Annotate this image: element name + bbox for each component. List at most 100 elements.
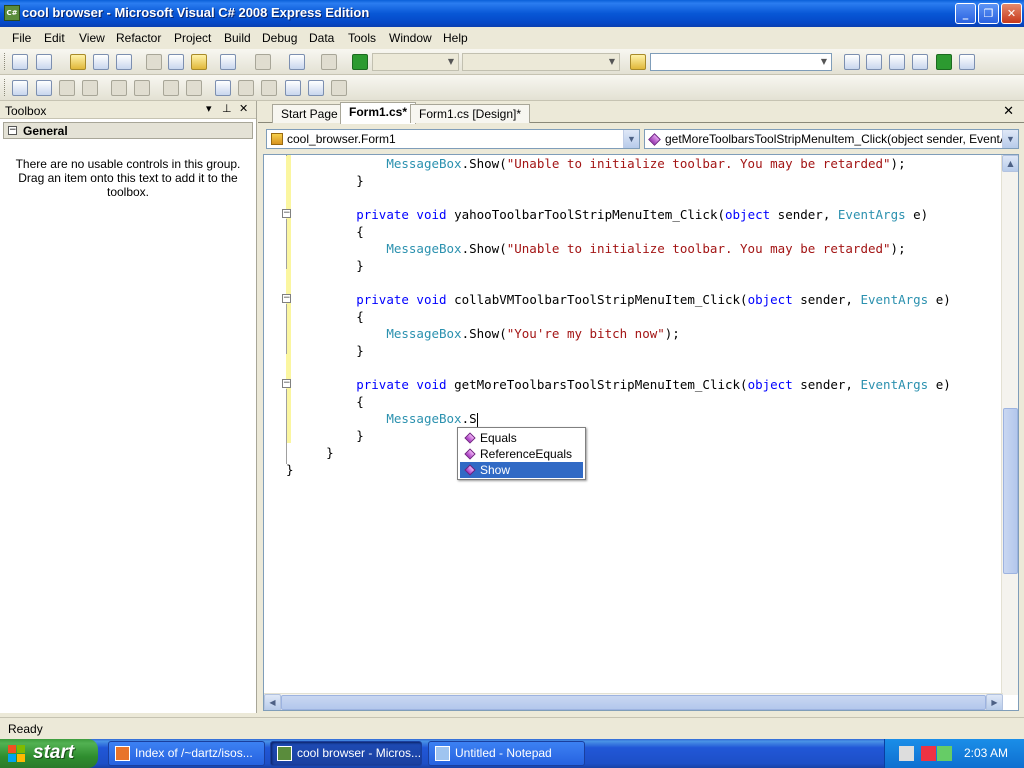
collapse-icon[interactable]: − [8,126,17,135]
copy-icon[interactable] [168,54,184,70]
clear-bookmarks-icon[interactable] [331,80,347,96]
tab-start-page[interactable]: Start Page [272,104,347,123]
redo-icon[interactable] [255,54,271,70]
horizontal-scroll-thumb[interactable] [281,695,986,710]
toolbox-group-label: General [23,124,68,138]
increase-indent-icon[interactable] [134,80,150,96]
complete-word-icon[interactable] [82,80,98,96]
open-file-icon[interactable] [70,54,86,70]
more-windows-icon[interactable] [959,54,975,70]
code-text: MessageBox.Show("Unable to initialize to… [286,155,951,477]
start-page-icon[interactable] [936,54,952,70]
taskbar: start Index of /~dartz/isos... cool brow… [0,739,1024,768]
standard-toolbar: ▼ ▼ ▼ [0,49,1024,75]
save-all-icon[interactable] [116,54,132,70]
collapse-region-icon[interactable]: − [282,209,291,218]
menu-build[interactable]: Build [224,31,251,45]
minimize-button[interactable]: _ [955,3,976,24]
code-line: { [356,309,364,324]
vertical-scroll-thumb[interactable] [1003,408,1018,574]
navigate-icon[interactable] [289,54,305,70]
start-button[interactable]: start [0,739,98,768]
chevron-down-icon: ▼ [1002,130,1018,148]
volume-icon[interactable] [937,746,952,761]
scroll-right-icon[interactable]: ▶ [986,694,1003,710]
uncomment-lines-icon[interactable] [186,80,202,96]
menu-data[interactable]: Data [309,31,334,45]
vertical-scrollbar[interactable]: ▲ [1001,155,1018,695]
taskbar-item-browser[interactable]: Index of /~dartz/isos... [108,741,265,766]
solution-explorer-icon[interactable] [844,54,860,70]
menu-project[interactable]: Project [174,31,211,45]
menu-debug[interactable]: Debug [262,31,297,45]
find-in-files-icon[interactable] [630,54,646,70]
members-combo[interactable]: getMoreToolbarsToolStripMenuItem_Click(o… [644,129,1019,149]
cut-icon[interactable] [146,54,162,70]
close-toolbox-icon[interactable]: ✕ [239,102,248,115]
notepad-icon [435,746,450,761]
parameter-info-icon[interactable] [36,80,52,96]
add-item-icon[interactable] [36,54,52,70]
display-object-icon[interactable] [12,80,28,96]
decrease-indent-icon[interactable] [111,80,127,96]
object-browser-icon[interactable] [889,54,905,70]
intellisense-item-show[interactable]: Show [460,462,583,478]
undo-icon[interactable] [220,54,236,70]
prev-bookmark-icon[interactable] [238,80,254,96]
collapse-region-icon[interactable]: − [282,379,291,388]
menu-help[interactable]: Help [443,31,468,45]
code-line-current: MessageBox.S [386,411,478,427]
maximize-button[interactable]: ❐ [978,3,999,24]
menu-view[interactable]: View [79,31,105,45]
close-button[interactable]: ✕ [1001,3,1022,24]
quick-info-icon[interactable] [59,80,75,96]
scroll-up-icon[interactable]: ▲ [1002,155,1018,172]
auto-hide-pin-icon[interactable]: ⊥ [222,102,232,115]
title-bar: C# cool browser - Microsoft Visual C# 20… [0,0,1024,27]
toolbar-grip[interactable] [4,53,7,70]
status-bar: Ready [0,717,1024,739]
menu-window[interactable]: Window [389,31,432,45]
save-icon[interactable] [93,54,109,70]
taskbar-item-visual-csharp[interactable]: cool browser - Micros... [270,741,422,766]
document-area: Start Page Form1.cs* Form1.cs [Design]* … [258,101,1024,713]
toolbox-empty-message[interactable]: There are no usable controls in this gro… [8,157,248,199]
scroll-left-icon[interactable]: ◀ [264,694,281,710]
prev-bookmark-folder-icon[interactable] [285,80,301,96]
toolbox-icon[interactable] [912,54,928,70]
network-icon[interactable] [921,746,936,761]
close-tab-icon[interactable]: ✕ [1003,104,1014,119]
menu-edit[interactable]: Edit [44,31,65,45]
paste-icon[interactable] [191,54,207,70]
menu-refactor[interactable]: Refactor [116,31,161,45]
clock: 2:03 AM [963,746,1008,760]
toggle-bookmark-icon[interactable] [215,80,231,96]
code-line: MessageBox.Show("Unable to initialize to… [386,241,906,256]
code-editor[interactable]: − − − MessageBox.Show("Unable to initial… [263,154,1019,711]
menu-tools[interactable]: Tools [348,31,376,45]
next-bookmark-icon[interactable] [261,80,277,96]
platform-combo: ▼ [462,53,620,71]
find-combo[interactable]: ▼ [650,53,832,71]
types-combo[interactable]: cool_browser.Form1 ▼ [266,129,640,149]
new-project-icon[interactable] [12,54,28,70]
code-line: MessageBox.Show("Unable to initialize to… [386,156,906,171]
toolbox-group-general[interactable]: − General [3,122,253,139]
intellisense-item-equals[interactable]: Equals [460,430,583,446]
navigate-forward-icon[interactable] [321,54,337,70]
tab-form1-cs[interactable]: Form1.cs* [340,102,417,124]
comment-lines-icon[interactable] [163,80,179,96]
status-text: Ready [8,722,43,736]
menu-file[interactable]: File [12,31,31,45]
properties-icon[interactable] [866,54,882,70]
toolbar-grip[interactable] [4,79,7,96]
taskbar-item-notepad[interactable]: Untitled - Notepad [428,741,585,766]
next-bookmark-folder-icon[interactable] [308,80,324,96]
keyboard-icon[interactable] [899,746,914,761]
horizontal-scrollbar[interactable]: ◀ ▶ [264,693,1003,710]
window-position-icon[interactable]: ▾ [206,102,212,115]
intellisense-item-referenceequals[interactable]: ReferenceEquals [460,446,583,462]
start-debugging-icon[interactable] [352,54,368,70]
collapse-region-icon[interactable]: − [282,294,291,303]
tab-form1-design[interactable]: Form1.cs [Design]* [410,104,531,123]
